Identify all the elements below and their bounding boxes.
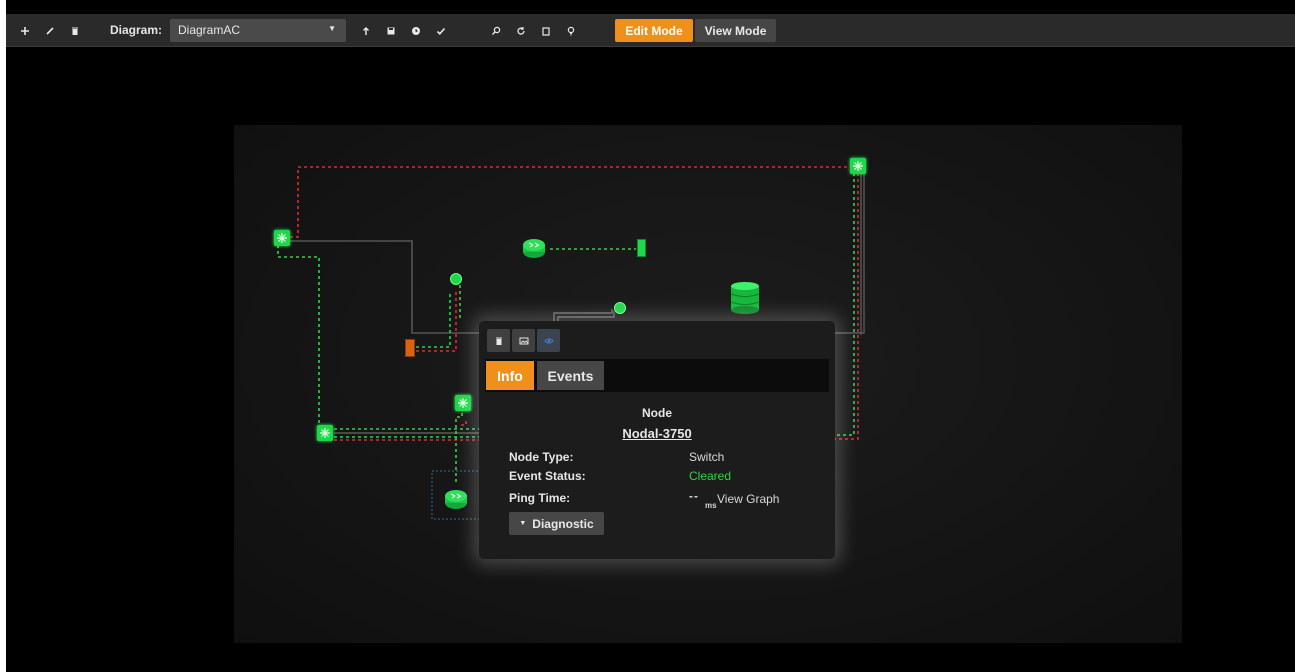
ping-time-label: Ping Time: [509, 491, 571, 505]
chevron-down-icon: ▼ [328, 24, 336, 33]
save-icon[interactable] [380, 19, 402, 42]
database-node[interactable] [730, 281, 760, 315]
search-icon[interactable] [485, 19, 507, 42]
ping-time-unit: ms [705, 501, 717, 510]
switch-node-top-right[interactable] [850, 158, 866, 174]
diagram-select[interactable]: DiagramAC ▼ [170, 19, 346, 42]
switch-node-mid-left[interactable] [317, 425, 333, 441]
switch-icon [853, 161, 863, 171]
switch-node-nodal[interactable] [455, 395, 471, 411]
router-node-bottom[interactable] [444, 488, 468, 510]
edit-pencil-icon[interactable] [39, 19, 61, 42]
node-name-link[interactable]: Nodal-3750 [479, 426, 835, 441]
diagram-app: Diagram: DiagramAC ▼ Edit Mode View Mode… [6, 0, 1295, 672]
endpoint-node-1[interactable] [450, 273, 462, 285]
diagram-select-value: DiagramAC [178, 23, 241, 37]
switch-icon [320, 428, 330, 438]
tab-events[interactable]: Events [537, 361, 604, 390]
copy-icon[interactable] [535, 19, 557, 42]
event-status-label: Event Status: [509, 469, 586, 483]
lightbulb-icon[interactable] [560, 19, 582, 42]
node-type-label: Node Type: [509, 450, 574, 464]
edit-mode-button[interactable]: Edit Mode [615, 19, 693, 42]
upload-icon[interactable] [355, 19, 377, 42]
image-icon[interactable] [512, 329, 535, 352]
diagnostic-button[interactable]: ▼ Diagnostic [509, 512, 604, 535]
diagnostic-label: Diagnostic [532, 516, 594, 531]
refresh-icon[interactable] [510, 19, 532, 42]
node-type-value: Switch [689, 450, 725, 464]
check-icon[interactable] [430, 19, 452, 42]
trash-icon[interactable] [487, 329, 510, 352]
event-status-value: Cleared [689, 469, 732, 483]
router-node-top[interactable] [522, 237, 546, 259]
trash-icon[interactable] [64, 19, 86, 42]
node-info-popup: Info Events Node Nodal-3750 Node Type: S… [479, 321, 835, 559]
clock-icon[interactable] [405, 19, 427, 42]
switch-icon [277, 233, 287, 243]
device-node-orange[interactable] [405, 339, 415, 357]
view-graph-link[interactable]: View Graph [717, 492, 779, 506]
diagram-label: Diagram: [110, 23, 163, 37]
switch-node-left[interactable] [274, 230, 290, 246]
tab-info[interactable]: Info [486, 361, 534, 390]
ping-time-value: -- [689, 489, 699, 503]
toolbar: Diagram: DiagramAC ▼ Edit Mode View Mode [6, 14, 1295, 47]
popup-tabs: Info Events [485, 359, 829, 392]
eye-icon[interactable] [537, 329, 560, 352]
popup-toolbar [487, 329, 560, 352]
add-icon[interactable] [14, 19, 36, 42]
device-node-top[interactable] [637, 239, 646, 257]
node-heading: Node [642, 406, 672, 420]
chevron-down-icon: ▼ [519, 520, 527, 527]
endpoint-node-2[interactable] [614, 302, 626, 314]
switch-icon [458, 398, 468, 408]
view-mode-button[interactable]: View Mode [695, 19, 776, 42]
